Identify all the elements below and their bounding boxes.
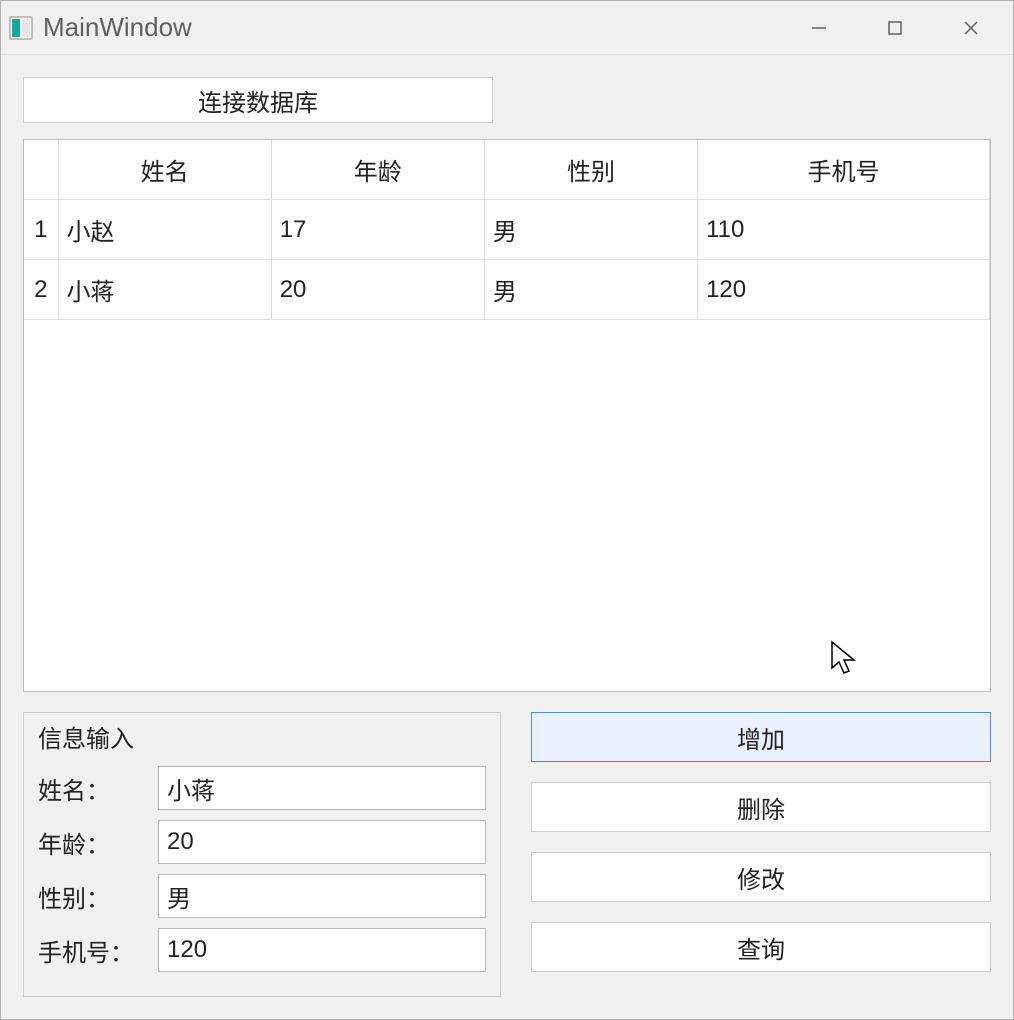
titlebar: MainWindow [1, 1, 1013, 55]
table-header-row: 姓名 年龄 性别 手机号 [24, 140, 990, 200]
maximize-button[interactable] [881, 14, 909, 42]
col-header-age[interactable]: 年龄 [271, 140, 484, 200]
table-row[interactable]: 1小赵17男110 [24, 200, 990, 260]
bottom-panel: 信息输入 姓名： 年龄： 性别： 手机号： [23, 712, 991, 997]
table-cell[interactable]: 男 [484, 260, 697, 320]
action-button-panel: 增加 删除 修改 查询 [531, 712, 991, 997]
input-name[interactable] [158, 766, 486, 810]
input-groupbox: 信息输入 姓名： 年龄： 性别： 手机号： [23, 712, 501, 997]
add-button[interactable]: 增加 [531, 712, 991, 762]
data-table: 姓名 年龄 性别 手机号 1小赵17男1102小蒋20男120 [24, 140, 990, 320]
table-cell[interactable]: 小赵 [58, 200, 271, 260]
minimize-button[interactable] [805, 14, 833, 42]
col-header-gender[interactable]: 性别 [484, 140, 697, 200]
form-row-gender: 性别： [38, 874, 486, 918]
table-cell[interactable]: 20 [271, 260, 484, 320]
col-header-phone[interactable]: 手机号 [698, 140, 990, 200]
input-phone[interactable] [158, 928, 486, 972]
close-button[interactable] [957, 14, 985, 42]
row-number: 1 [24, 200, 58, 260]
input-gender[interactable] [158, 874, 486, 918]
row-number: 2 [24, 260, 58, 320]
table-cell[interactable]: 男 [484, 200, 697, 260]
input-age[interactable] [158, 820, 486, 864]
form-row-age: 年龄： [38, 820, 486, 864]
app-icon [9, 16, 33, 40]
delete-button[interactable]: 删除 [531, 782, 991, 832]
label-name: 姓名： [38, 771, 148, 806]
label-gender: 性别： [38, 879, 148, 914]
table-cell[interactable]: 120 [698, 260, 990, 320]
table-row[interactable]: 2小蒋20男120 [24, 260, 990, 320]
col-header-name[interactable]: 姓名 [58, 140, 271, 200]
client-area: 连接数据库 姓名 年龄 性别 手机号 1小赵17男1102小蒋20男120 信息… [1, 55, 1013, 1019]
form-row-name: 姓名： [38, 766, 486, 810]
table-corner [24, 140, 58, 200]
update-button[interactable]: 修改 [531, 852, 991, 902]
window-controls [805, 14, 1005, 42]
main-window: MainWindow 连接数据库 姓名 年龄 性别 [0, 0, 1014, 1020]
groupbox-title: 信息输入 [38, 713, 486, 766]
table-cell[interactable]: 110 [698, 200, 990, 260]
window-title: MainWindow [43, 12, 805, 43]
query-button[interactable]: 查询 [531, 922, 991, 972]
connect-db-button[interactable]: 连接数据库 [23, 77, 493, 123]
form-row-phone: 手机号： [38, 928, 486, 972]
table-cell[interactable]: 17 [271, 200, 484, 260]
table-cell[interactable]: 小蒋 [58, 260, 271, 320]
label-phone: 手机号： [38, 933, 148, 968]
label-age: 年龄： [38, 825, 148, 860]
data-table-container[interactable]: 姓名 年龄 性别 手机号 1小赵17男1102小蒋20男120 [23, 139, 991, 692]
